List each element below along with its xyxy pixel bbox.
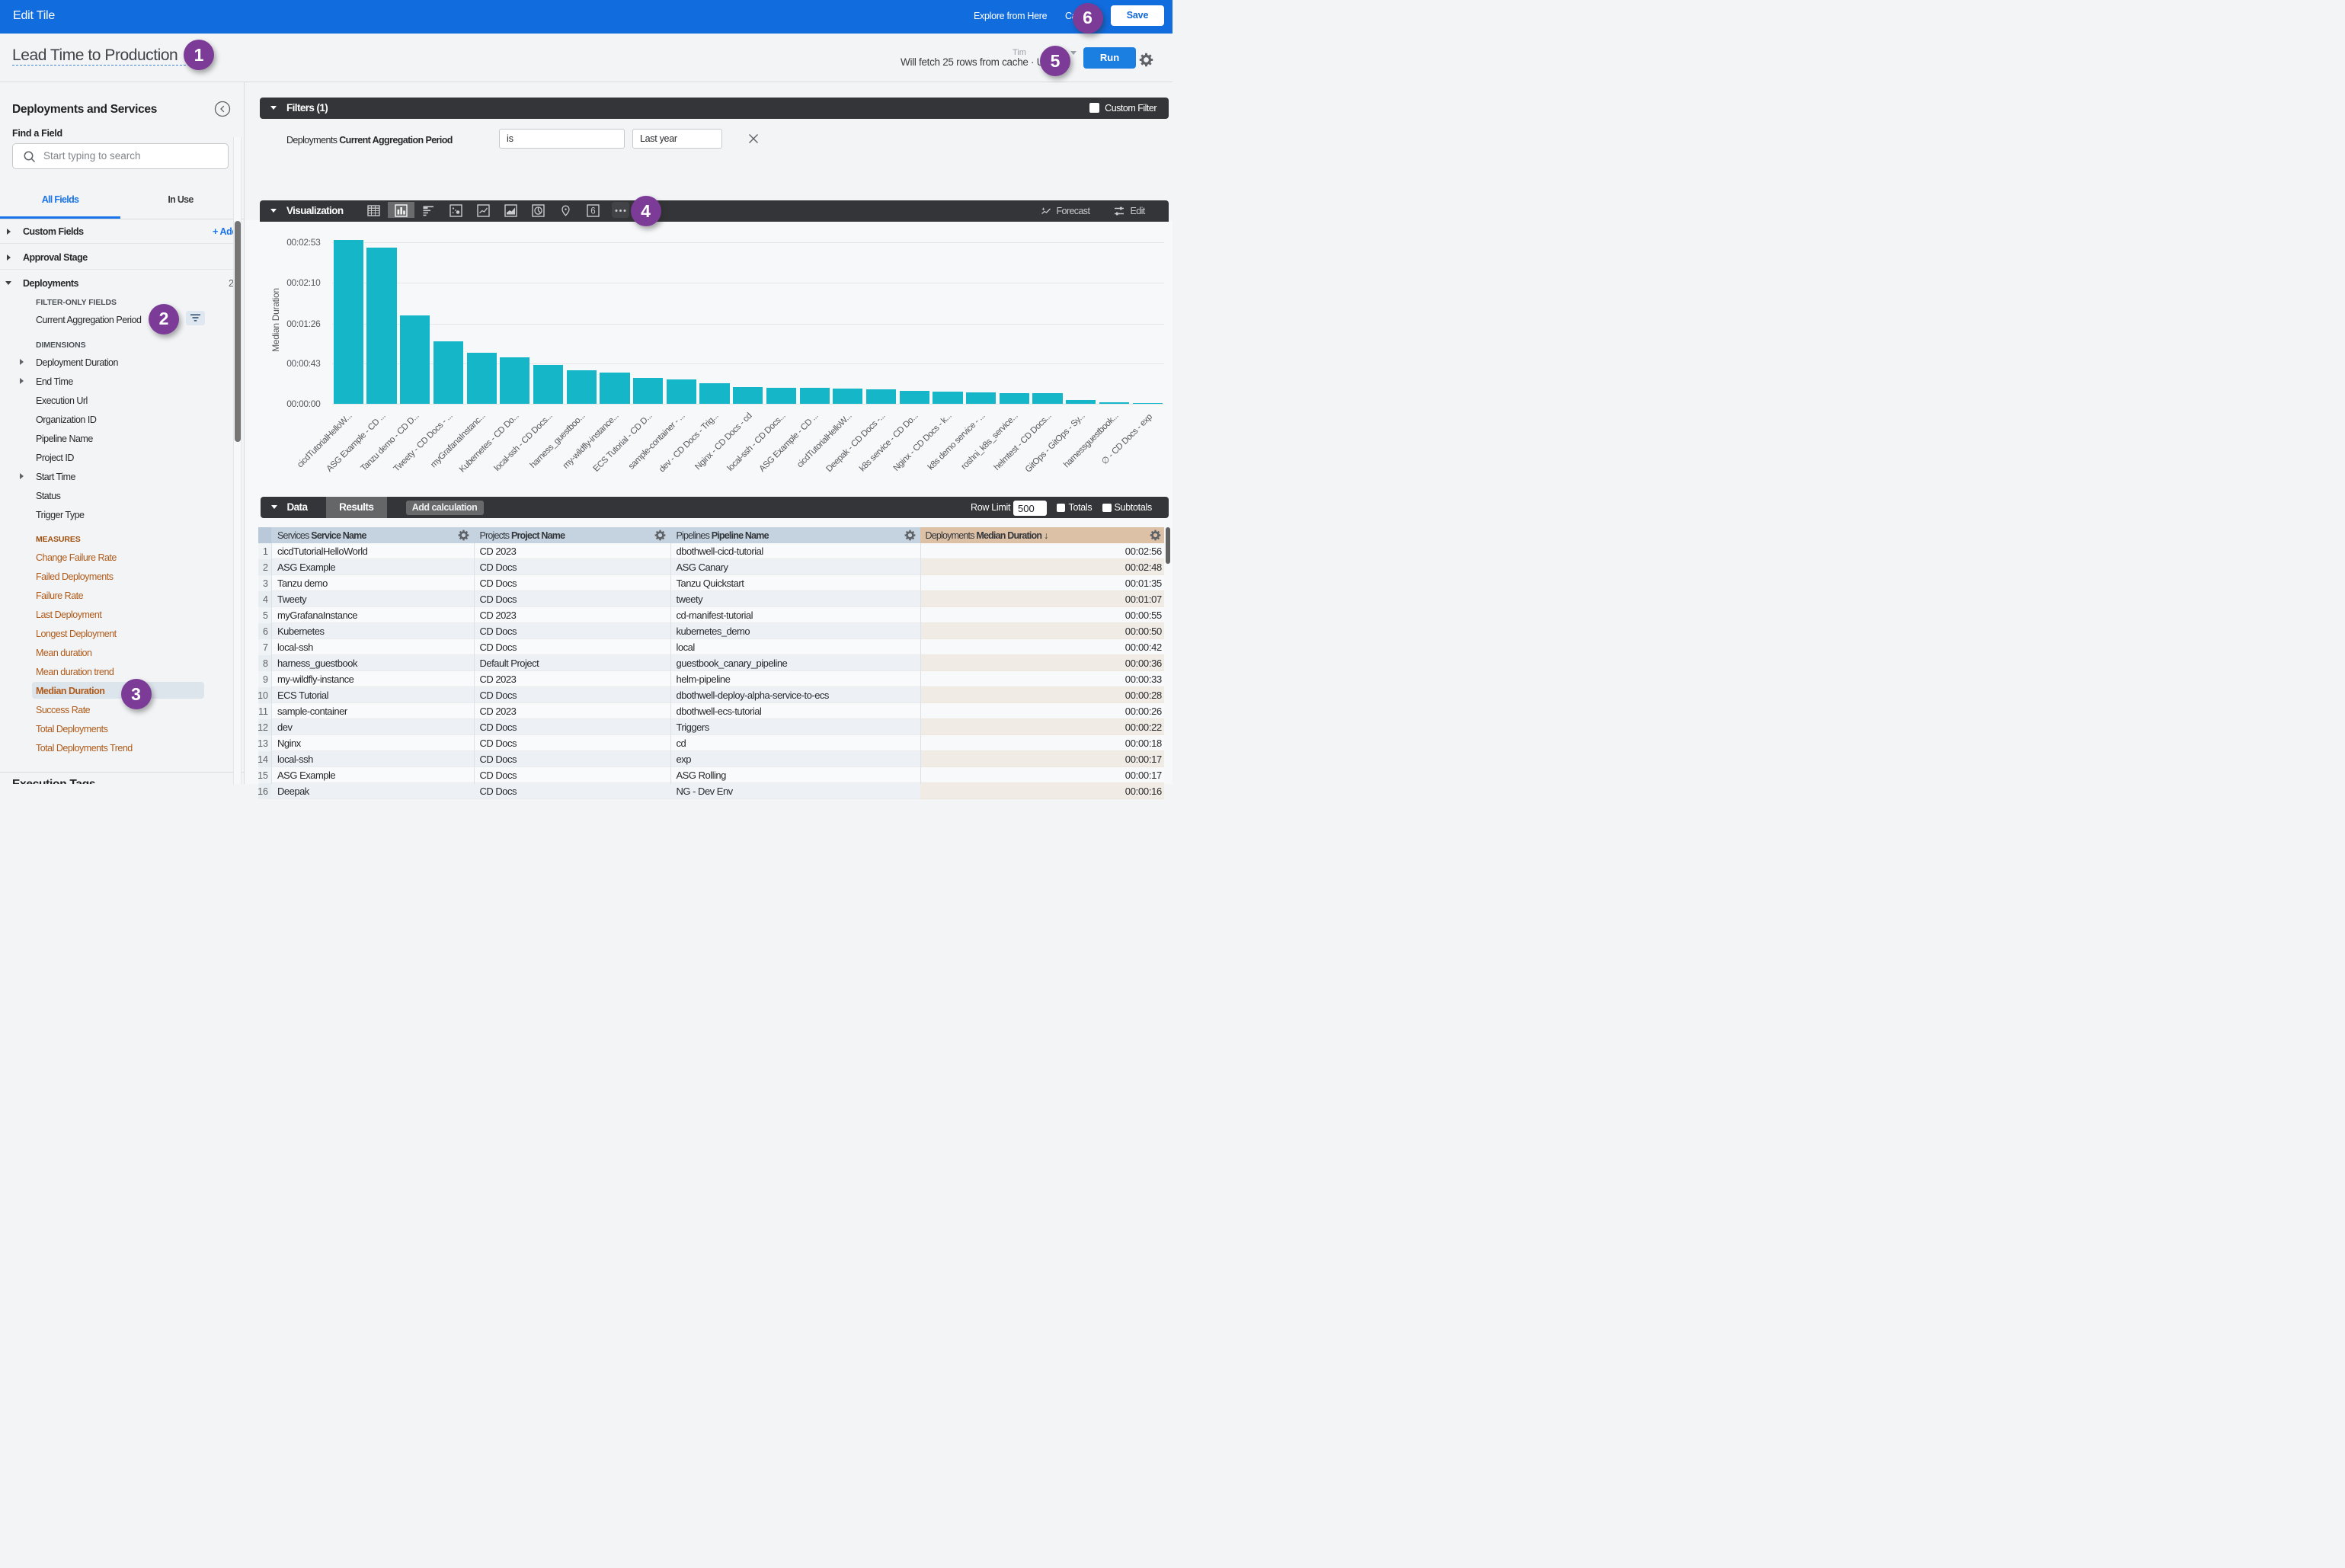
- svg-text:6: 6: [590, 207, 595, 216]
